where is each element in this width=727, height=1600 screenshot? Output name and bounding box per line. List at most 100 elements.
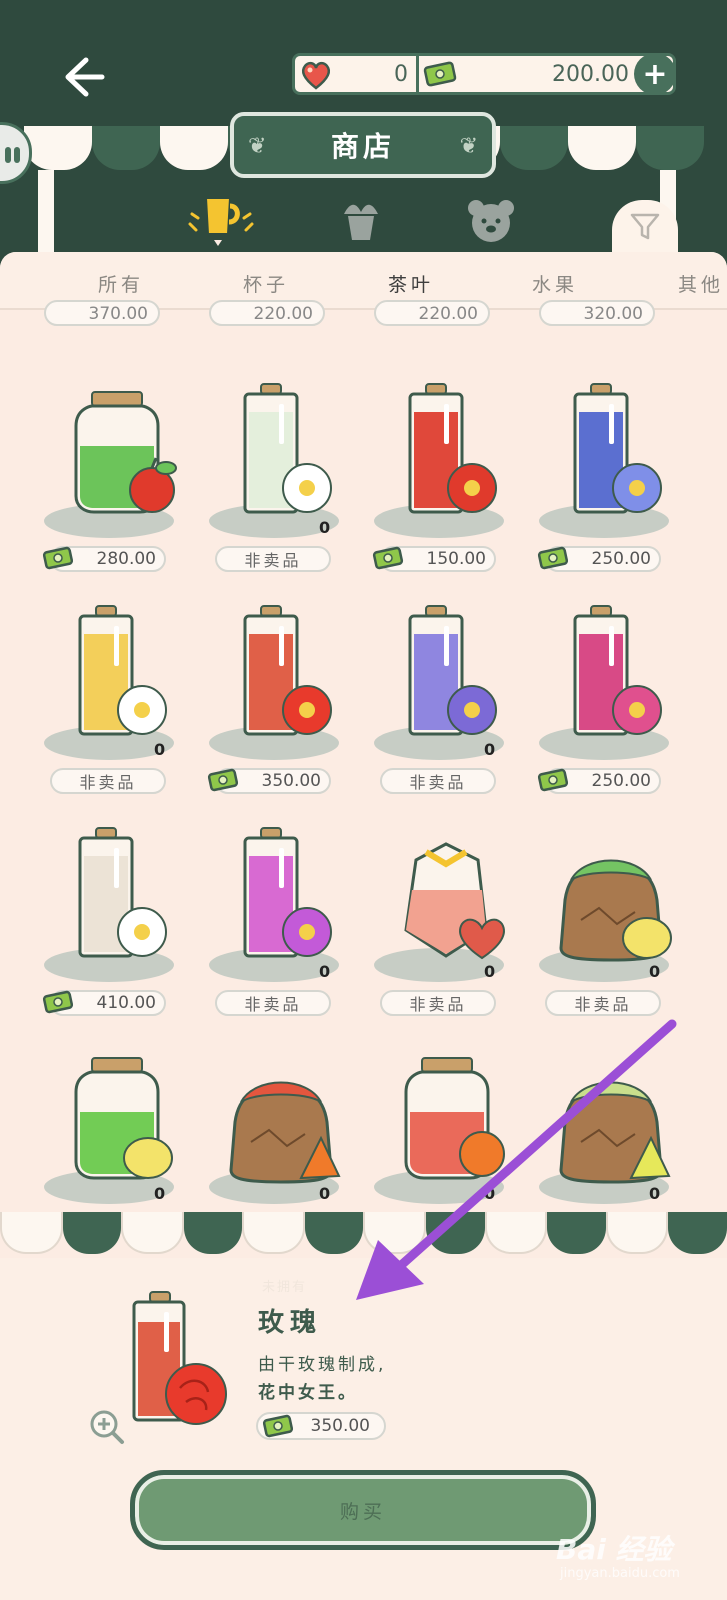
money-bill-icon <box>207 768 239 792</box>
money-bill-icon <box>423 61 457 87</box>
previous-row-prices: 370.00 220.00 220.00 320.00 <box>0 300 727 336</box>
price-pill[interactable]: 410.00 <box>42 990 166 1016</box>
money-bill-icon <box>42 546 74 570</box>
sack-red-orange-image <box>229 1081 341 1184</box>
price-label: 150.00 <box>426 549 486 569</box>
tube-rose-image <box>243 605 332 736</box>
heart-icon <box>301 61 331 90</box>
shop-item-tube-rose[interactable]: 350.00 <box>201 598 366 816</box>
heart-jar-image <box>404 842 505 960</box>
jar-green-lemon-image <box>74 1057 173 1180</box>
filter-funnel-icon <box>630 213 660 240</box>
price-pill[interactable]: 250.00 <box>537 546 661 572</box>
tube-blue-flower-image <box>573 383 662 514</box>
tab-fruit[interactable]: 水果 <box>532 270 578 297</box>
price-pill[interactable]: 250.00 <box>537 768 661 794</box>
price-pill: 220.00 <box>374 300 490 326</box>
price-label: 非卖品 <box>409 773 467 792</box>
shop-item-tube-jasmine[interactable]: 0 非卖品 <box>201 376 366 594</box>
buy-button-label: 购买 <box>339 1500 386 1523</box>
shop-item-heart-jar[interactable]: 0 非卖品 <box>366 820 531 1038</box>
not-for-sale-pill[interactable]: 非卖品 <box>545 990 661 1016</box>
money-bill-icon <box>372 546 404 570</box>
tube-jasmine-image <box>243 383 332 514</box>
shop-item-tube-lavender[interactable]: 0 非卖品 <box>366 598 531 816</box>
hearts-counter: 0 <box>295 56 419 92</box>
leaf-ornament-icon: ❦ <box>248 134 267 159</box>
shop-item-jar-mint-apple[interactable]: 280.00 <box>36 376 201 594</box>
money-bill-icon <box>537 546 569 570</box>
detail-awning <box>0 1212 727 1258</box>
tab-all[interactable]: 所有 <box>98 270 144 297</box>
add-money-button[interactable]: + <box>634 53 676 95</box>
price-pill: 220.00 <box>209 300 325 326</box>
owned-count: 0 <box>154 740 166 759</box>
shop-item-tube-white-flower[interactable]: 410.00 <box>36 820 201 1038</box>
not-for-sale-pill[interactable]: 非卖品 <box>215 546 331 572</box>
jar-red-orange-image <box>404 1057 505 1180</box>
page-title: 商店 <box>330 130 395 163</box>
sack-yellow-green-image <box>559 1081 671 1184</box>
baidu-watermark-url: jingyan.baidu.com <box>560 1566 680 1581</box>
shop-item-tube-blue-flower[interactable]: 250.00 <box>531 376 696 594</box>
category-bear-icon[interactable] <box>466 196 516 246</box>
category-cup-icon[interactable] <box>188 196 254 246</box>
price-pill[interactable]: 150.00 <box>372 546 496 572</box>
tube-pink-flower-image <box>573 605 662 736</box>
baidu-watermark: Bai 经验 <box>556 1533 672 1566</box>
price-pill: 320.00 <box>539 300 655 326</box>
owned-count: 0 <box>319 518 331 537</box>
owned-count: 0 <box>319 962 331 981</box>
price-label: 非卖品 <box>244 995 302 1014</box>
tab-tea-leaves[interactable]: 茶叶 <box>388 270 434 297</box>
currency-bar: 0 200.00 + <box>292 53 676 95</box>
owned-count: 0 <box>649 962 661 981</box>
not-for-sale-pill[interactable]: 非卖品 <box>380 768 496 794</box>
shop-item-tube-orchid[interactable]: 0 非卖品 <box>201 820 366 1038</box>
money-value: 200.00 <box>552 61 629 87</box>
tab-cups[interactable]: 杯子 <box>243 270 289 297</box>
not-for-sale-pill[interactable]: 非卖品 <box>215 990 331 1016</box>
awning-pole-left <box>38 170 54 260</box>
tube-chamomile-image <box>78 605 167 736</box>
money-bill-icon <box>537 768 569 792</box>
buy-button[interactable]: 购买 <box>130 1470 596 1550</box>
owned-count: 0 <box>484 962 496 981</box>
tab-other[interactable]: 其他 <box>678 270 724 297</box>
price-label: 350.00 <box>261 771 321 791</box>
price-label: 250.00 <box>591 771 651 791</box>
shop-item-sack-red-orange[interactable]: 0非卖品 <box>201 1042 366 1212</box>
rose-tea-image <box>132 1291 227 1425</box>
owned-count: 0 <box>319 1184 331 1203</box>
back-arrow-icon[interactable] <box>58 52 108 102</box>
shop-item-tube-chamomile[interactable]: 0 非卖品 <box>36 598 201 816</box>
price-pill: 370.00 <box>44 300 160 326</box>
hearts-value: 0 <box>394 61 408 87</box>
price-pill[interactable]: 280.00 <box>42 546 166 572</box>
owned-count: 0 <box>649 1184 661 1203</box>
item-price: 350.00 <box>256 1412 386 1440</box>
item-description-line1: 由干玫瑰制成, <box>258 1355 387 1375</box>
money-bill-icon <box>262 1414 294 1438</box>
shop-item-tube-pink-flower[interactable]: 250.00 <box>531 598 696 816</box>
tube-white-flower-image <box>78 827 167 958</box>
jar-mint-apple-image <box>74 391 177 514</box>
shop-item-tube-hibiscus[interactable]: 150.00 <box>366 376 531 594</box>
top-bar: 0 200.00 + <box>0 0 727 130</box>
money-counter: 200.00 + <box>419 53 676 95</box>
item-grid: 370.00 220.00 220.00 320.00 280.00 0 非卖品 15… <box>0 300 727 1212</box>
price-pill[interactable]: 350.00 <box>207 768 331 794</box>
zoom-magnifier-icon[interactable] <box>88 1408 126 1446</box>
shop-item-jar-green-lemon[interactable]: 0非卖品 <box>36 1042 201 1212</box>
owned-count: 0 <box>484 1184 496 1203</box>
item-description-line2: 花中女王。 <box>258 1383 358 1403</box>
not-for-sale-pill[interactable]: 非卖品 <box>50 768 166 794</box>
ownership-tag: 未拥有 <box>262 1280 308 1295</box>
not-for-sale-pill[interactable]: 非卖品 <box>380 990 496 1016</box>
tube-lavender-image <box>408 605 497 736</box>
shop-item-jar-red-orange[interactable]: 0非卖品 <box>366 1042 531 1212</box>
owned-count: 0 <box>484 740 496 759</box>
shop-item-sack-green-lemon[interactable]: 0 非卖品 <box>531 820 696 1038</box>
shop-item-sack-yellow-green[interactable]: 0非卖品 <box>531 1042 696 1212</box>
category-plant-pot-icon[interactable] <box>336 196 386 246</box>
